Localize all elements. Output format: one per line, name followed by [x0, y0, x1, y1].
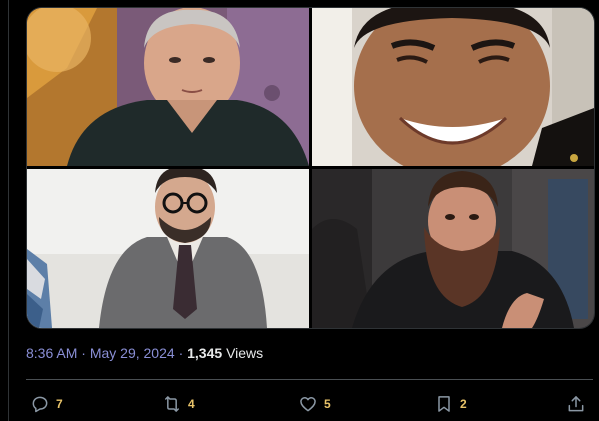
heart-icon — [300, 397, 316, 412]
share-button[interactable] — [566, 392, 586, 416]
meta-separator: · — [81, 345, 86, 361]
bookmark-count: 2 — [460, 397, 467, 411]
media-photo-2[interactable] — [312, 8, 594, 166]
media-photo-4[interactable] — [312, 169, 594, 328]
repost-icon — [165, 396, 179, 412]
post-date-link[interactable]: May 29, 2024 — [90, 345, 175, 361]
bearded-man-suit-photo — [312, 169, 594, 328]
meta-separator: · — [178, 345, 184, 361]
views-label: Views — [226, 345, 264, 361]
bookmark-icon — [438, 396, 450, 412]
repost-count: 4 — [188, 397, 195, 411]
reply-button[interactable]: 7 — [30, 392, 63, 416]
post-metadata: 8:36 AM · May 29, 2024 · 1,345 Views — [26, 344, 263, 362]
action-divider — [26, 379, 593, 380]
share-icon — [568, 396, 584, 412]
media-photo-1[interactable] — [27, 8, 309, 166]
bookmark-button[interactable]: 2 — [434, 392, 467, 416]
views-count: 1,345 — [187, 345, 223, 361]
like-button[interactable]: 5 — [298, 392, 331, 416]
reply-icon — [32, 396, 48, 413]
man-dark-polo-photo — [27, 8, 309, 166]
timeline-border — [8, 0, 9, 421]
reply-count: 7 — [56, 397, 63, 411]
post-timestamp-link[interactable]: 8:36 AM — [26, 345, 77, 361]
post-media-grid — [26, 7, 595, 329]
smiling-man-photo — [312, 8, 594, 166]
man-glasses-suit-photo — [27, 169, 309, 328]
media-photo-3[interactable] — [27, 169, 309, 328]
post-action-bar: 7 4 5 2 — [30, 392, 593, 416]
like-count: 5 — [324, 397, 331, 411]
repost-button[interactable]: 4 — [162, 392, 195, 416]
